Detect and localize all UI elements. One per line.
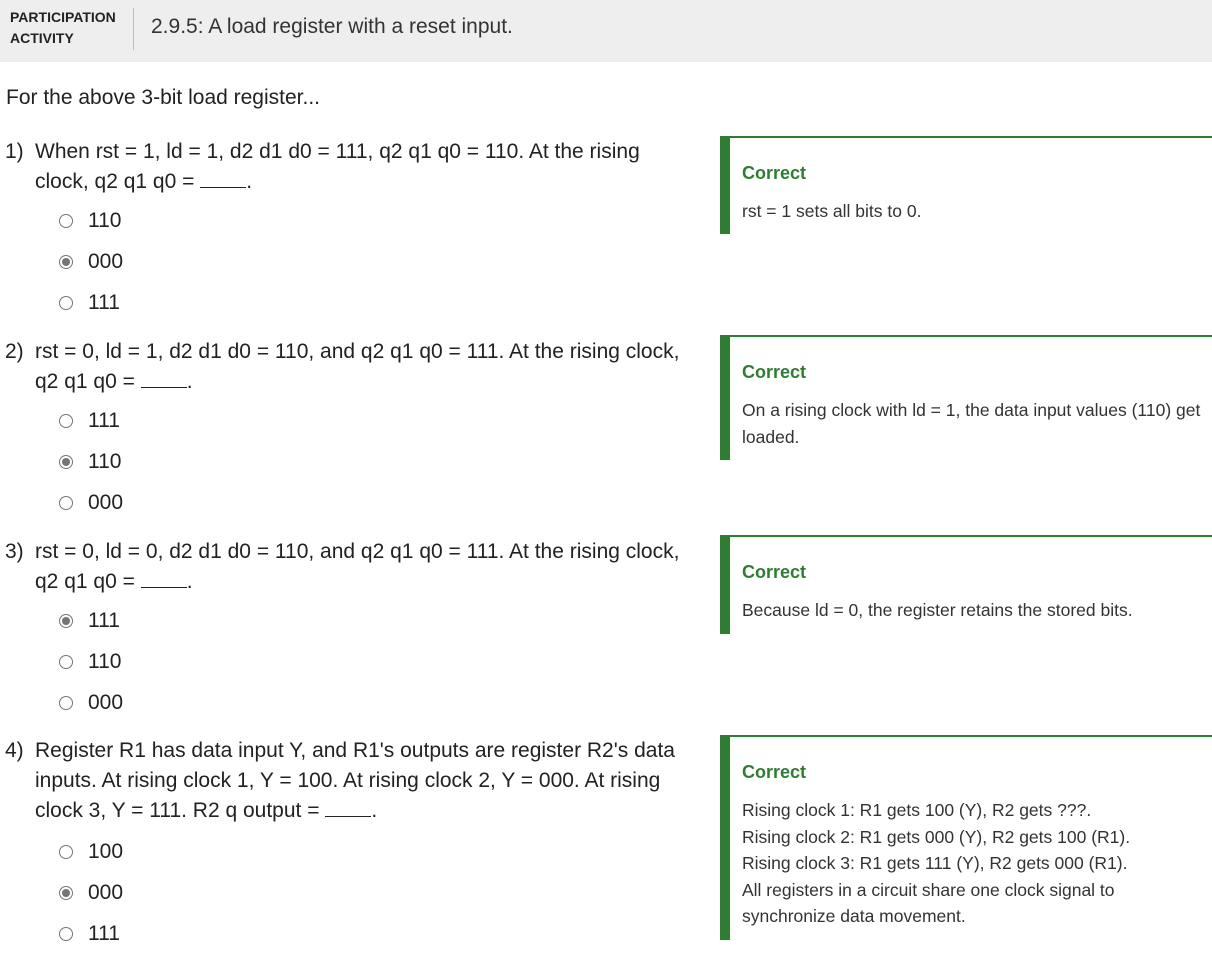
answer-option[interactable]: 111 [58,920,258,950]
answer-option-label: 000 [88,691,124,714]
answer-option-label: 100 [88,840,124,863]
radio-button-selected-icon[interactable] [59,614,73,628]
question-number: 2) [5,340,24,363]
answer-blank [140,567,187,588]
feedback-status: Correct [742,762,807,782]
answer-option[interactable]: 000 [58,689,258,719]
question-text: Register R1 has data input Y, and R1's o… [35,739,675,822]
feedback-panel: Correct Rising clock 1: R1 gets 100 (Y),… [720,735,1212,940]
answer-option-label: 000 [88,491,124,514]
radio-button-icon[interactable] [59,496,73,510]
question-text: When rst = 1, ld = 1, d2 d1 d0 = 111, q2… [35,140,640,193]
feedback-panel: Correct On a rising clock with ld = 1, t… [720,335,1212,460]
answer-option[interactable]: 100 [58,838,258,868]
question-number: 4) [5,739,24,762]
question-prompt: rst = 0, ld = 0, d2 d1 d0 = 110, and q2 … [35,540,680,593]
radio-button-icon[interactable] [59,845,73,859]
feedback-status: Correct [742,163,807,183]
answer-option[interactable]: 111 [58,289,258,319]
question-number: 1) [5,140,24,163]
answer-option[interactable]: 000 [58,879,258,909]
answer-blank [200,167,247,188]
feedback-panel: Correct Because ld = 0, the register ret… [720,535,1212,634]
feedback-explanation: rst = 1 sets all bits to 0. [742,201,922,221]
radio-button-icon[interactable] [59,655,73,669]
answer-option-label: 111 [88,409,120,432]
question-number: 3) [5,540,24,563]
radio-button-icon[interactable] [59,927,73,941]
answer-option-label: 000 [88,881,124,904]
feedback-explanation: Because ld = 0, the register retains the… [742,600,1133,620]
answer-blank [325,796,372,817]
question-text: rst = 0, ld = 0, d2 d1 d0 = 110, and q2 … [35,540,680,593]
activity-header: PARTICIPATION ACTIVITY 2.9.5: A load reg… [0,0,1212,62]
answer-option[interactable]: 110 [58,207,258,237]
feedback-explanation: On a rising clock with ld = 1, the data … [742,400,1201,447]
answer-option-label: 111 [88,922,120,945]
question-prompt: When rst = 1, ld = 1, d2 d1 d0 = 111, q2… [35,140,640,193]
answer-option-label: 000 [88,250,124,273]
activity-title: 2.9.5: A load register with a reset inpu… [151,15,513,38]
radio-button-icon[interactable] [59,414,73,428]
feedback-explanation: Rising clock 1: R1 gets 100 (Y), R2 gets… [742,800,1131,926]
radio-button-icon[interactable] [59,214,73,228]
answer-blank [140,367,187,388]
answer-option-label: 110 [88,650,122,673]
feedback-status: Correct [742,362,807,382]
answer-option[interactable]: 111 [58,607,258,637]
answer-option-label: 110 [88,450,122,473]
answer-option[interactable]: 111 [58,407,258,437]
answer-option[interactable]: 000 [58,248,258,278]
answer-option-label: 111 [88,609,120,632]
intro-text: For the above 3-bit load register... [6,86,321,109]
question-text: rst = 0, ld = 1, d2 d1 d0 = 110, and q2 … [35,340,680,393]
feedback-panel: Correct rst = 1 sets all bits to 0. [720,136,1212,234]
participation-activity-tag: PARTICIPATION ACTIVITY [10,9,116,46]
answer-option[interactable]: 110 [58,648,258,678]
answer-option-label: 111 [88,291,120,314]
radio-button-icon[interactable] [59,696,73,710]
answer-option[interactable]: 000 [58,489,258,519]
radio-button-selected-icon[interactable] [59,455,73,469]
answer-option[interactable]: 110 [58,448,258,478]
radio-button-selected-icon[interactable] [59,886,73,900]
radio-button-selected-icon[interactable] [59,255,73,269]
header-divider [133,8,134,50]
feedback-status: Correct [742,562,807,582]
radio-button-icon[interactable] [59,296,73,310]
question-prompt: rst = 0, ld = 1, d2 d1 d0 = 110, and q2 … [35,340,680,393]
answer-option-label: 110 [88,209,122,232]
